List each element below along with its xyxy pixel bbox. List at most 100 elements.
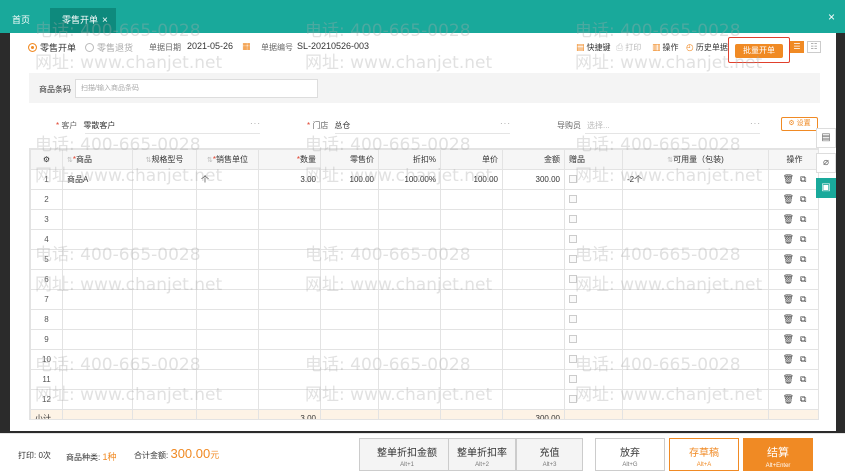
cell-price[interactable] [440,349,503,370]
delete-row-icon[interactable]: 🗑 [783,374,794,384]
cell-unit[interactable] [196,189,259,210]
barcode-input[interactable]: 扫描/输入商品条码 [75,79,318,98]
cell-retail[interactable]: 100.00 [320,169,379,190]
table-row[interactable]: 4 🗑 ⧉ [30,229,818,250]
cell-price[interactable] [440,369,503,390]
cell-spec[interactable] [132,369,197,390]
delete-row-icon[interactable]: 🗑 [783,174,794,184]
cell-qty[interactable] [258,289,321,310]
cell-price[interactable] [440,209,503,230]
whole-discount-amount-button[interactable]: 整单折扣金额 Alt+1 [359,438,455,471]
settings-button[interactable]: ⚙ 设置 [781,117,818,131]
copy-row-icon[interactable]: ⧉ [800,314,806,324]
print-button[interactable]: ⎙ 打印 [616,42,641,53]
cell-price[interactable] [440,189,503,210]
gift-checkbox[interactable] [569,314,577,323]
gift-checkbox[interactable] [569,294,577,303]
col-qty[interactable]: *数量 [258,149,321,170]
cell-product[interactable]: 商品A [62,169,133,190]
cell-qty[interactable] [258,249,321,270]
table-row[interactable]: 8 🗑 ⧉ [30,309,818,330]
cell-amount[interactable] [502,289,565,310]
cell-discount[interactable] [378,229,441,250]
radio-retail-return[interactable]: 零售退货 [85,41,133,54]
cell-price[interactable] [440,289,503,310]
gift-checkbox[interactable] [569,194,577,203]
cell-discount[interactable] [378,269,441,290]
cell-retail[interactable] [320,229,379,250]
delete-row-icon[interactable]: 🗑 [783,214,794,224]
cell-unit[interactable] [196,249,259,270]
history-button[interactable]: ◴ 历史单据 [686,42,728,53]
gift-checkbox[interactable] [569,274,577,283]
cell-product[interactable] [62,269,133,290]
cell-product[interactable] [62,209,133,230]
cell-qty[interactable] [258,349,321,370]
table-row[interactable]: 2 🗑 ⧉ [30,189,818,210]
cell-retail[interactable] [320,349,379,370]
tab-retail-order[interactable]: 零售开单 × [50,8,116,33]
batch-order-button[interactable]: 批量开单 [735,44,783,58]
attachment-side-icon[interactable]: ⌀ [816,153,836,173]
calendar-icon[interactable]: ▦ [242,41,251,52]
copy-row-icon[interactable]: ⧉ [800,274,806,284]
table-row[interactable]: 11 🗑 ⧉ [30,369,818,390]
notes-side-icon[interactable]: ▤ [816,128,836,148]
cell-spec[interactable] [132,269,197,290]
cell-spec[interactable] [132,229,197,250]
cell-discount[interactable] [378,389,441,410]
col-discount[interactable]: 折扣% [378,149,441,170]
window-close-icon[interactable]: × [828,10,835,24]
cell-discount[interactable] [378,289,441,310]
cell-qty[interactable] [258,209,321,230]
gift-checkbox[interactable] [569,254,577,263]
operate-button[interactable]: ▥ 操作 [652,42,679,53]
gift-checkbox[interactable] [569,234,577,243]
cell-amount[interactable] [502,369,565,390]
gift-checkbox[interactable] [569,374,577,383]
discard-button[interactable]: 放弃 Alt+G [595,438,665,471]
whole-discount-rate-button[interactable]: 整单折扣率 Alt+2 [448,438,516,471]
cell-product[interactable] [62,289,133,310]
cell-discount[interactable] [378,369,441,390]
cell-price[interactable] [440,229,503,250]
card-view-icon[interactable]: ☷ [807,41,821,53]
column-settings-icon[interactable]: ⚙ [30,149,63,170]
cell-qty[interactable] [258,369,321,390]
table-row[interactable]: 7 🗑 ⧉ [30,289,818,310]
date-field[interactable]: 2021-05-26 [187,41,233,51]
cell-product[interactable] [62,229,133,250]
cell-product[interactable] [62,389,133,410]
cell-retail[interactable] [320,209,379,230]
col-gift[interactable]: 赠品 [564,149,623,170]
delete-row-icon[interactable]: 🗑 [783,254,794,264]
cell-discount[interactable] [378,309,441,330]
table-row[interactable]: 3 🗑 ⧉ [30,209,818,230]
cell-qty[interactable] [258,229,321,250]
copy-row-icon[interactable]: ⧉ [800,254,806,264]
cell-retail[interactable] [320,389,379,410]
cell-amount[interactable] [502,189,565,210]
guide-field[interactable]: 导购员 选择... [557,120,610,131]
cell-unit[interactable] [196,369,259,390]
cell-product[interactable] [62,189,133,210]
cell-price[interactable] [440,329,503,350]
cell-unit[interactable] [196,349,259,370]
tab-home[interactable]: 首页 [12,8,30,33]
delete-row-icon[interactable]: 🗑 [783,334,794,344]
cell-amount[interactable] [502,349,565,370]
cell-qty[interactable] [258,309,321,330]
col-unit[interactable]: ⇅*销售单位 [196,149,259,170]
cell-price[interactable] [440,389,503,410]
cell-spec[interactable] [132,209,197,230]
table-row[interactable]: 9 🗑 ⧉ [30,329,818,350]
cell-product[interactable] [62,249,133,270]
col-unit-price[interactable]: 单价 [440,149,503,170]
copy-row-icon[interactable]: ⧉ [800,194,806,204]
gift-checkbox[interactable] [569,214,577,223]
settle-button[interactable]: 结算 Alt+Enter [743,438,813,471]
cell-price[interactable]: 100.00 [440,169,503,190]
cell-product[interactable] [62,369,133,390]
cell-discount[interactable] [378,349,441,370]
cell-unit[interactable] [196,269,259,290]
